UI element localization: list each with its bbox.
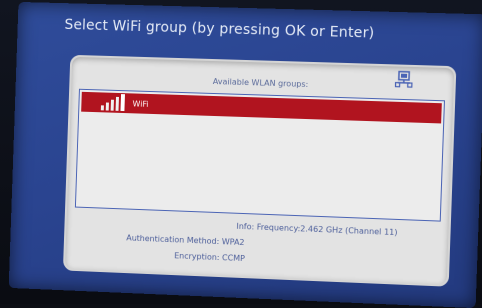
tv-screen: Select WiFi group (by pressing OK or Ent… [9,2,482,308]
signal-strength-icon [99,93,129,112]
wlan-groups-panel: Available WLAN groups: WiFi Info: Freque… [63,55,456,287]
wlan-groups-list[interactable]: WiFi [75,89,445,222]
info-encryption: Encryption: CCMP [65,247,356,268]
info-auth-method: Authentication Method: WPA2 [66,231,306,250]
list-item-wifi[interactable]: WiFi [81,92,442,124]
screen-title: Select WiFi group (by pressing OK or Ent… [64,17,374,42]
list-item-label: WiFi [132,99,148,108]
